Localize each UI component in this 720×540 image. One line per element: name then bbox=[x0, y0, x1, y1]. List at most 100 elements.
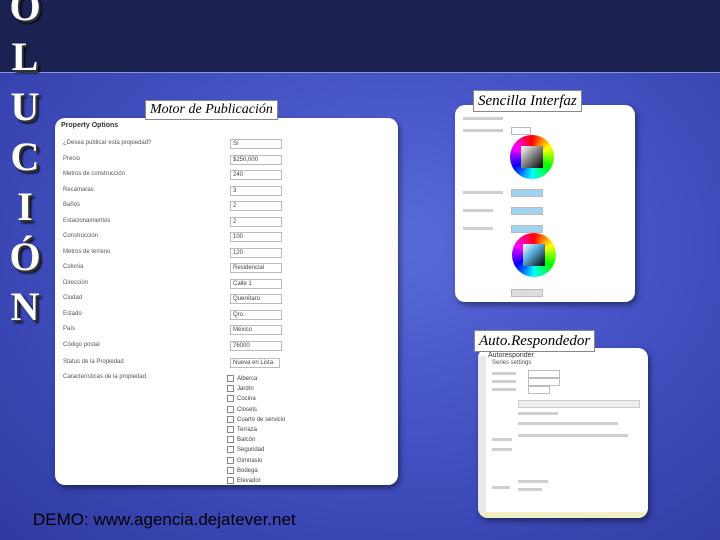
property-input[interactable]: 240 bbox=[230, 170, 282, 180]
feature-label: Alberca bbox=[237, 376, 258, 383]
title-letter: O bbox=[9, 0, 41, 29]
feature-label: Cuarto de servicio bbox=[237, 416, 286, 423]
feature-checkbox[interactable]: Seguridad bbox=[227, 446, 264, 455]
property-label: Estacionamientos bbox=[63, 217, 111, 224]
property-row: Recámaras 3 bbox=[63, 185, 390, 199]
checkbox-icon[interactable] bbox=[227, 466, 234, 474]
title-letter: I bbox=[17, 184, 33, 229]
property-input[interactable]: Sí bbox=[230, 139, 282, 149]
property-input[interactable]: Querétaro bbox=[230, 294, 282, 304]
property-input[interactable]: Residencial bbox=[230, 263, 282, 273]
property-row: Construcción 100 bbox=[63, 232, 390, 245]
title-letter: N bbox=[10, 284, 40, 329]
property-label: País bbox=[63, 326, 76, 332]
property-row: ¿Desea publicar esta propiedad? Sí bbox=[63, 139, 390, 152]
property-label: Metros de terreno bbox=[63, 248, 111, 255]
title-letter: L bbox=[11, 34, 39, 79]
feature-checkbox[interactable]: Gimnasio bbox=[227, 456, 263, 466]
checkbox-icon[interactable] bbox=[227, 395, 234, 403]
feature-checkbox[interactable]: Cuarto de servicio bbox=[227, 415, 286, 425]
property-input[interactable]: 3 bbox=[230, 185, 282, 196]
feature-checkbox[interactable]: Elevador bbox=[227, 477, 261, 485]
property-row: Estacionamientos 2 bbox=[63, 216, 390, 230]
checkbox-icon[interactable] bbox=[227, 446, 234, 454]
property-row: Colonia Residencial bbox=[63, 263, 390, 276]
property-label: Metros de construcción bbox=[63, 171, 126, 177]
autoresponder-screenshot: Autoresponder Series settings bbox=[478, 348, 648, 518]
vertical-title: O L U C I Ó N bbox=[6, 0, 44, 332]
property-input[interactable]: México bbox=[230, 325, 282, 335]
property-row: Baños 2 bbox=[63, 201, 390, 214]
feature-label: Elevador bbox=[237, 478, 261, 485]
property-input[interactable]: $250,000 bbox=[230, 154, 282, 165]
autoresponder-subtitle: Series settings bbox=[492, 360, 532, 366]
features-label: Características de la propiedad bbox=[63, 374, 147, 380]
property-row: Código postal 76000 bbox=[63, 340, 390, 354]
motor-label: Motor de Publicación bbox=[145, 100, 278, 120]
property-row: Estado Qro. bbox=[63, 309, 390, 323]
interfaz-label: Sencilla Interfaz bbox=[473, 90, 582, 112]
property-input[interactable]: 100 bbox=[230, 232, 282, 242]
checkbox-icon[interactable] bbox=[227, 375, 234, 382]
property-label: Dirección bbox=[63, 279, 89, 286]
property-label: Precio bbox=[63, 155, 81, 162]
property-label: Construcción bbox=[63, 233, 99, 239]
property-input[interactable]: 120 bbox=[230, 247, 282, 258]
feature-label: Seguridad bbox=[237, 447, 265, 454]
color-wheel-icon[interactable] bbox=[512, 233, 556, 277]
feature-label: Jardín bbox=[237, 386, 254, 393]
checkbox-icon[interactable] bbox=[227, 436, 234, 444]
property-label: Código postal bbox=[63, 341, 100, 348]
autoresponder-label: Auto.Respondedor bbox=[474, 330, 596, 352]
property-row: Ciudad Querétaro bbox=[63, 294, 390, 307]
checkbox-icon[interactable] bbox=[227, 385, 234, 393]
property-input[interactable]: 76000 bbox=[230, 340, 282, 351]
feature-label: Bodega bbox=[237, 467, 258, 474]
checkbox-icon[interactable] bbox=[227, 405, 234, 413]
autoresponder-title: Autoresponder bbox=[488, 352, 534, 359]
property-label: Recámaras bbox=[63, 186, 94, 193]
checkbox-icon[interactable] bbox=[227, 456, 234, 464]
checkbox-icon[interactable] bbox=[227, 477, 234, 484]
feature-label: Balcón bbox=[237, 437, 256, 444]
status-row: Status de la Propiedad Nueva en Lista bbox=[63, 358, 390, 371]
title-letter: Ó bbox=[9, 234, 41, 279]
top-bar bbox=[0, 0, 720, 73]
feature-checkbox[interactable]: Closets bbox=[227, 405, 258, 415]
property-row: Metros de construcción 240 bbox=[63, 170, 390, 183]
property-label: Estado bbox=[63, 310, 82, 317]
property-input[interactable]: 2 bbox=[230, 216, 282, 227]
status-label: Status de la Propiedad bbox=[63, 359, 124, 365]
status-select[interactable]: Nueva en Lista bbox=[230, 358, 280, 368]
property-input[interactable]: 2 bbox=[230, 201, 282, 211]
feature-label: Gimnasio bbox=[237, 457, 263, 464]
feature-checkbox[interactable]: Alberca bbox=[227, 375, 257, 384]
property-label: Baños bbox=[63, 202, 81, 208]
color-wheel-icon[interactable] bbox=[510, 135, 554, 179]
property-row: Dirección Calle 1 bbox=[63, 278, 390, 292]
feature-checkbox[interactable]: Balcón bbox=[227, 436, 255, 445]
title-letter: C bbox=[10, 134, 40, 179]
property-row: País México bbox=[63, 325, 390, 338]
property-label: ¿Desea publicar esta propiedad? bbox=[63, 140, 152, 146]
demo-url-text: DEMO: www.agencia.dejatever.net bbox=[33, 510, 296, 529]
property-label: Ciudad bbox=[63, 295, 83, 301]
property-options-title: Property Options bbox=[61, 122, 119, 129]
checkbox-icon[interactable] bbox=[227, 426, 234, 433]
color-picker-screenshot bbox=[455, 105, 635, 302]
feature-checkbox[interactable]: Jardín bbox=[227, 385, 254, 394]
feature-checkbox[interactable]: Cocina bbox=[227, 395, 256, 404]
property-row: Precio $250,000 bbox=[63, 154, 390, 168]
feature-label: Cocina bbox=[237, 396, 256, 403]
property-row: Metros de terreno 120 bbox=[63, 247, 390, 261]
property-label: Colonia bbox=[63, 264, 84, 270]
title-letter: U bbox=[10, 84, 40, 129]
feature-checkbox[interactable]: Terraza bbox=[227, 426, 257, 435]
checkbox-icon[interactable] bbox=[227, 415, 234, 423]
property-input[interactable]: Qro. bbox=[230, 309, 282, 320]
property-input[interactable]: Calle 1 bbox=[230, 278, 282, 289]
feature-checkbox[interactable]: Bodega bbox=[227, 466, 258, 476]
property-options-screenshot: Property Options ¿Desea publicar esta pr… bbox=[55, 118, 398, 485]
feature-label: Closets bbox=[237, 406, 258, 413]
feature-label: Terraza bbox=[237, 427, 258, 434]
